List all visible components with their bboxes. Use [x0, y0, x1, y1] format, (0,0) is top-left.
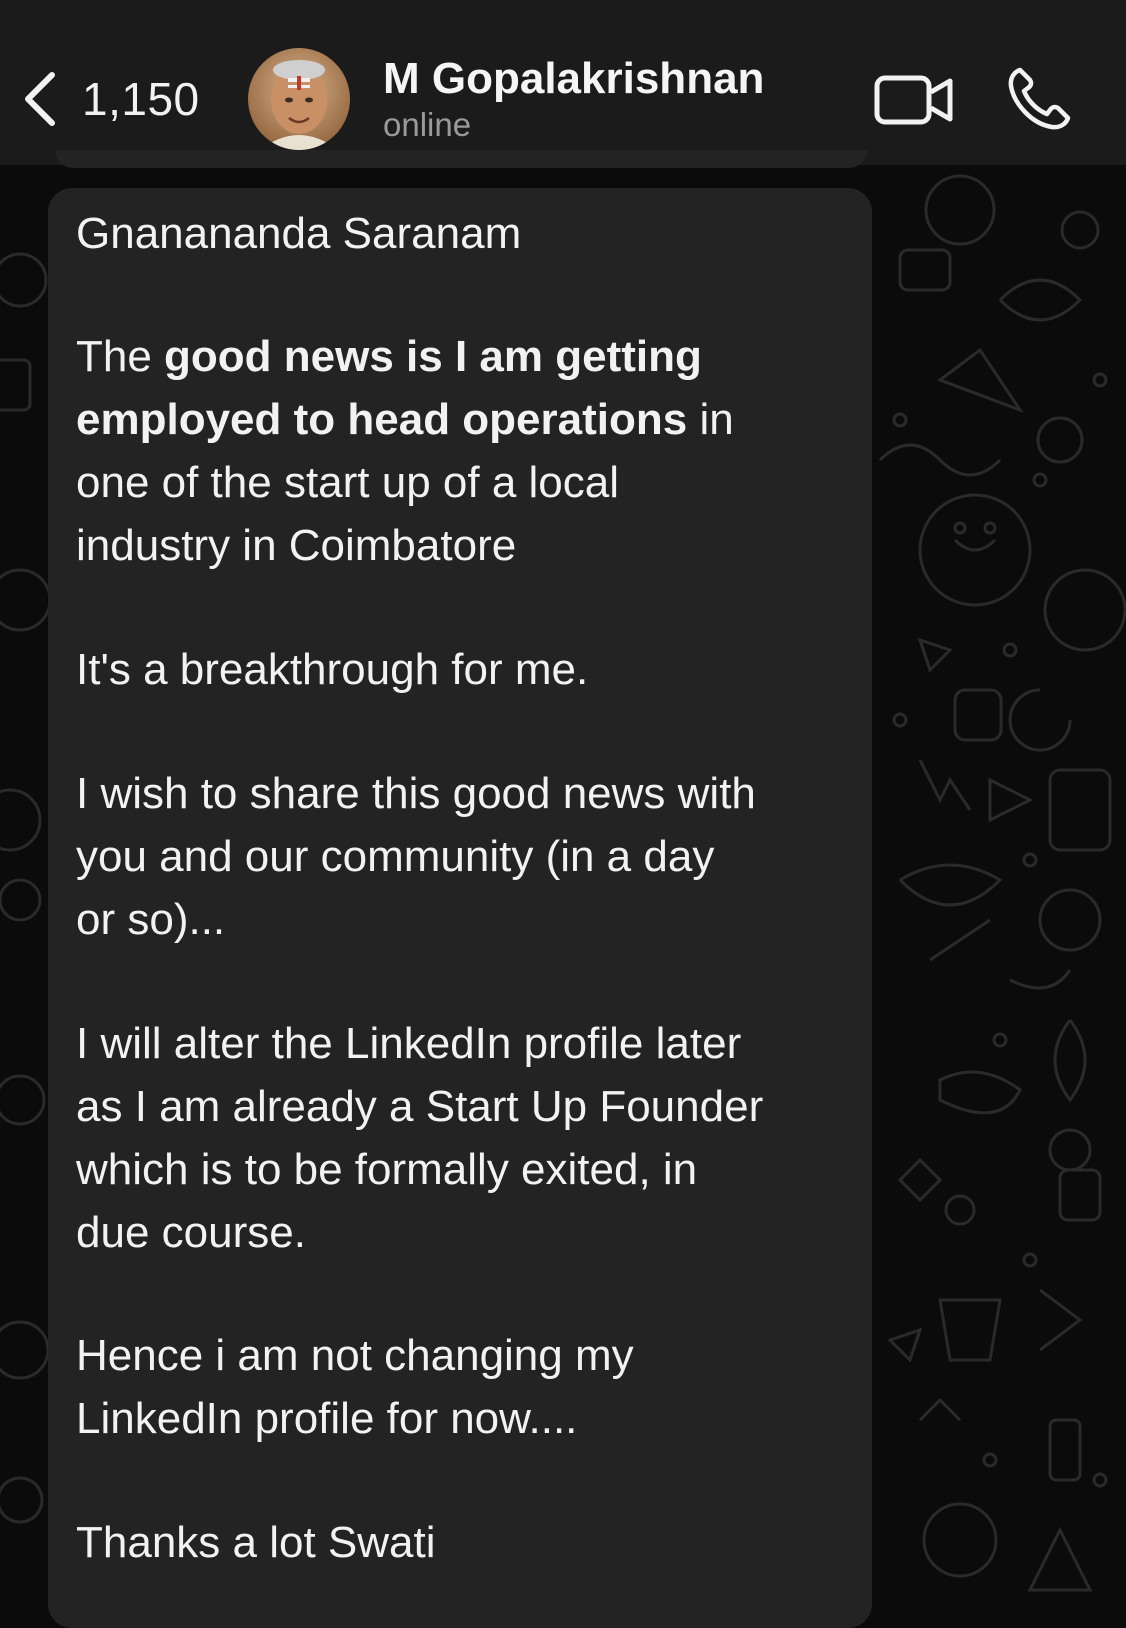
message-line: industry in Coimbatore	[76, 521, 517, 570]
message-line: I wish to share this good news with	[76, 769, 756, 818]
message-line: Thanks a lot Swati	[76, 1518, 436, 1567]
contact-name[interactable]: M Gopalakrishnan	[383, 54, 764, 104]
chat-header: 1,150 M Gopalakrishnan online	[0, 0, 1126, 165]
bold-text: good news is I am getting	[164, 332, 702, 381]
message-line: Gnanananda Saranam	[76, 209, 522, 258]
message-line: as I am already a Start Up Founder	[76, 1082, 764, 1131]
avatar-image	[248, 48, 350, 150]
chevron-left-icon	[25, 72, 55, 126]
unread-count: 1,150	[82, 73, 200, 125]
message-line: due course.	[76, 1208, 306, 1257]
message-line: or so)...	[76, 895, 226, 944]
message-line: you and our community (in a day	[76, 832, 715, 881]
back-button[interactable]: 1,150	[20, 64, 200, 134]
bold-text: employed to head operations	[76, 395, 688, 444]
message-line: The good news is I am getting	[76, 332, 702, 381]
message-line: Hence i am not changing my	[76, 1331, 634, 1380]
message-line: I will alter the LinkedIn profile later	[76, 1019, 742, 1068]
video-camera-icon[interactable]	[874, 72, 954, 128]
phone-icon[interactable]	[1006, 66, 1072, 132]
message-line: employed to head operations in	[76, 395, 734, 444]
message-line: which is to be formally exited, in	[76, 1145, 698, 1194]
avatar[interactable]	[248, 48, 350, 150]
contact-status: online	[383, 106, 472, 143]
message-line: one of the start up of a local	[76, 458, 620, 507]
message-line: It's a breakthrough for me.	[76, 645, 589, 694]
previous-message-bubble	[55, 150, 867, 168]
message-line: LinkedIn profile for now....	[76, 1394, 578, 1443]
